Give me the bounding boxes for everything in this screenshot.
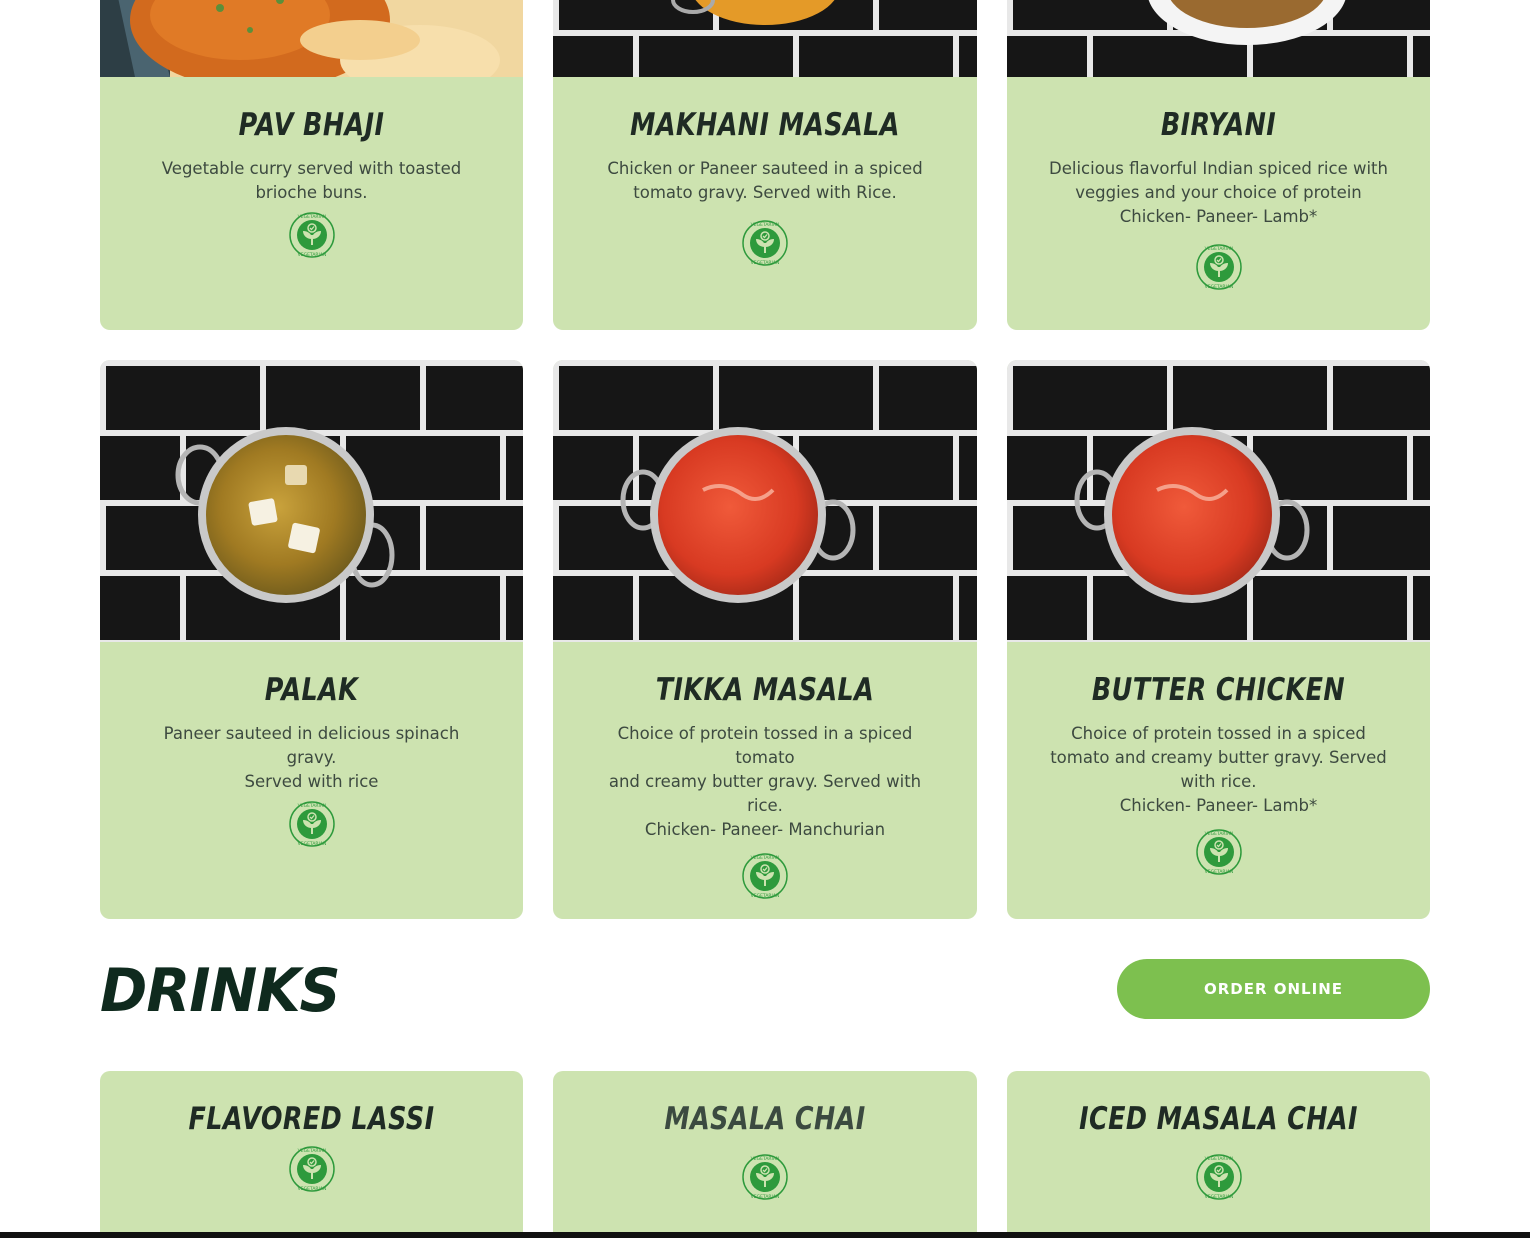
menu-item-title: BIRYANI <box>1160 107 1277 143</box>
tikka-masala-photo <box>553 360 977 642</box>
menu-item-description: Choice of protein tossed in a spiced tom… <box>608 724 922 839</box>
palak-photo <box>100 360 523 642</box>
order-online-button[interactable]: ORDER ONLINE <box>1117 959 1430 1019</box>
vegetarian-badge-icon <box>742 220 788 267</box>
drink-title: ICED MASALA CHAI <box>1079 1101 1358 1137</box>
vegetarian-badge-icon <box>742 853 788 900</box>
butter-chicken-photo <box>1007 360 1430 642</box>
menu-card-tikka-masala: TIKKA MASALA Choice of protein tossed in… <box>553 360 977 919</box>
menu-item-title: PALAK <box>264 672 359 708</box>
menu-card-pav-bhaji: PAV BHAJI Vegetable curry served with to… <box>100 0 523 330</box>
menu-card-butter-chicken: BUTTER CHICKEN Choice of protein tossed … <box>1007 360 1430 919</box>
drink-card-masala-chai: MASALA CHAI <box>553 1071 977 1238</box>
pav-bhaji-photo <box>100 0 523 77</box>
makhani-masala-photo <box>553 0 977 77</box>
vegetarian-badge-icon <box>742 1154 788 1201</box>
menu-card-palak: PALAK Paneer sauteed in delicious spinac… <box>100 360 523 919</box>
menu-item-description: Delicious flavorful Indian spiced rice w… <box>1049 159 1388 226</box>
menu-item-description: Paneer sauteed in delicious spinach grav… <box>163 724 460 791</box>
menu-item-title: PAV BHAJI <box>238 107 385 143</box>
menu-item-title: MAKHANI MASALA <box>630 107 900 143</box>
menu-item-title: TIKKA MASALA <box>655 672 875 708</box>
biryani-photo <box>1007 0 1430 77</box>
vegetarian-badge-icon <box>288 801 335 848</box>
menu-card-biryani: BIRYANI Delicious flavorful Indian spice… <box>1007 0 1430 330</box>
vegetarian-badge-icon <box>1195 244 1242 291</box>
drink-card-flavored-lassi: FLAVORED LASSI <box>100 1071 523 1238</box>
drink-title: MASALA CHAI <box>664 1101 866 1137</box>
vegetarian-badge-icon <box>1195 1154 1242 1201</box>
drink-title: FLAVORED LASSI <box>188 1101 435 1137</box>
menu-item-title: BUTTER CHICKEN <box>1091 672 1346 708</box>
drinks-section-heading: DRINKS <box>100 956 341 1026</box>
menu-item-description: Choice of protein tossed in a spiced tom… <box>1050 724 1387 815</box>
menu-card-makhani-masala: MAKHANI MASALA Chicken or Paneer sauteed… <box>553 0 977 330</box>
bottom-edge-bar <box>0 1232 1530 1238</box>
menu-item-description: Chicken or Paneer sauteed in a spiced to… <box>607 159 923 202</box>
vegetarian-badge-icon <box>288 1146 335 1193</box>
vegetarian-badge-icon <box>288 212 335 259</box>
drink-card-iced-masala-chai: ICED MASALA CHAI <box>1007 1071 1430 1238</box>
vegetarian-badge-icon <box>1195 829 1242 876</box>
menu-item-description: Vegetable curry served with toasted brio… <box>161 159 462 202</box>
